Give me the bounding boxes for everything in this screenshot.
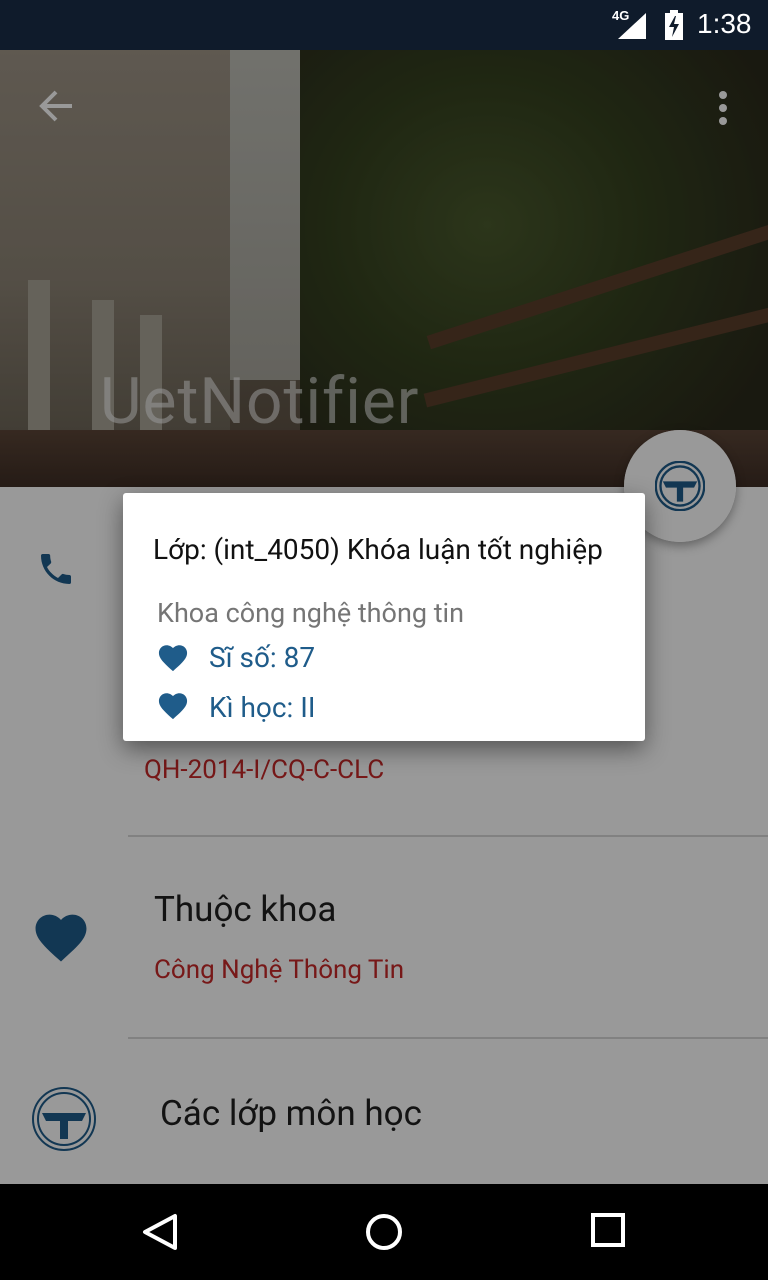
back-icon[interactable] <box>140 1212 180 1252</box>
status-bar: 4G 1:38 <box>0 0 768 50</box>
dialog-department: Khoa công nghệ thông tin <box>157 597 465 629</box>
heart-icon <box>158 645 188 672</box>
battery-charging-icon <box>665 10 683 40</box>
dialog-semester: Kì học: II <box>209 691 316 724</box>
dialog-enrollment-count: Sĩ số: 87 <box>209 641 316 674</box>
signal-icon <box>618 13 646 39</box>
class-info-dialog: Lớp: (int_4050) Khóa luận tốt nghiệp Kho… <box>123 493 645 741</box>
home-icon[interactable] <box>364 1212 404 1252</box>
dialog-title: Lớp: (int_4050) Khóa luận tốt nghiệp <box>153 533 603 566</box>
navigation-bar <box>0 1184 768 1280</box>
clock: 1:38 <box>697 8 752 39</box>
heart-icon <box>158 693 188 720</box>
recents-icon[interactable] <box>590 1212 626 1248</box>
